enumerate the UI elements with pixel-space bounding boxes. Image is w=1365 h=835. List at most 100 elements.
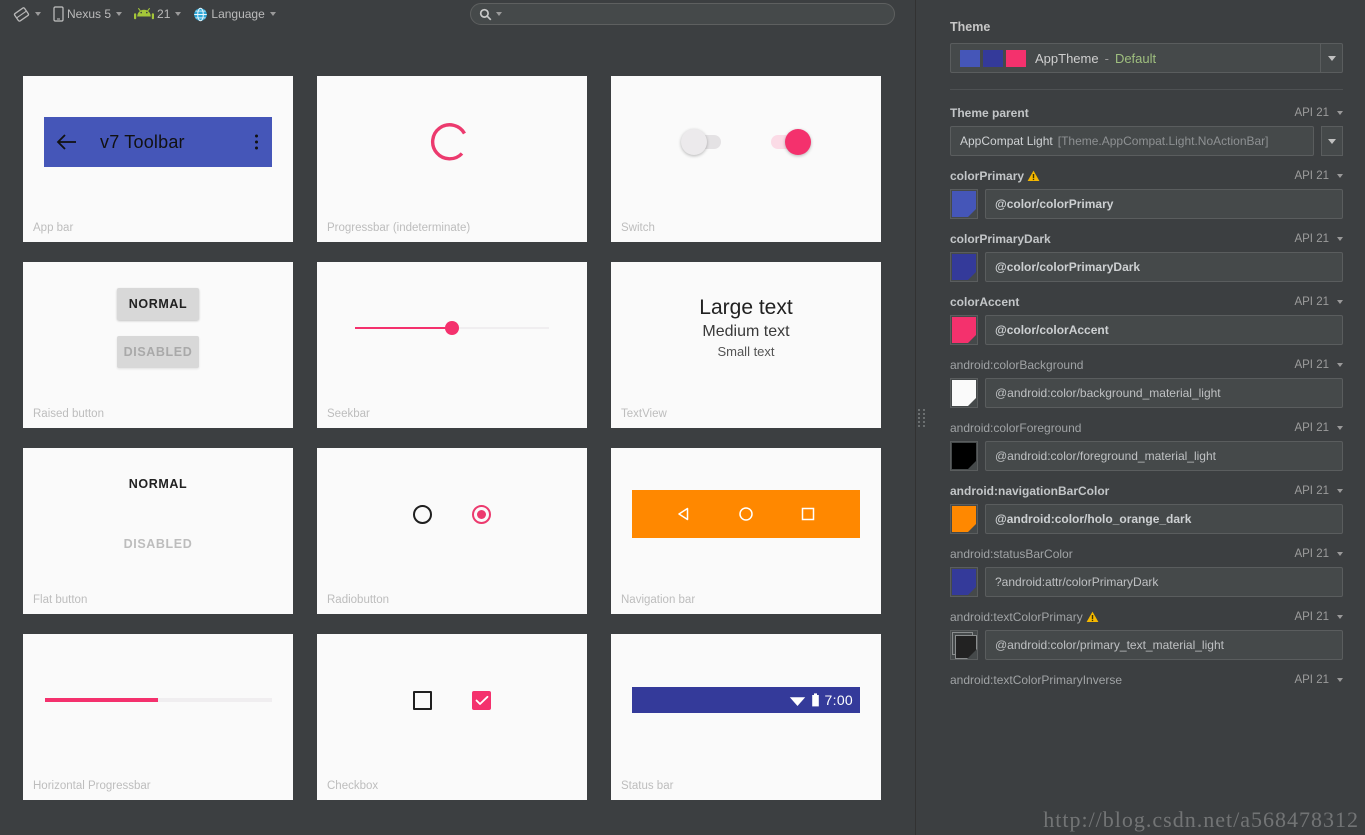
color-chip[interactable] [950,378,978,408]
seekbar-thumb[interactable] [445,321,459,335]
card-body: Large text Medium text Small text [611,262,881,394]
color-chip[interactable] [950,315,978,345]
preview-card-textview[interactable]: Large text Medium text Small text TextVi… [611,262,881,428]
api-label: API 21 [1294,232,1329,245]
raised-button-disabled: DISABLED [117,336,199,368]
preview-card-switch[interactable]: Switch [611,76,881,242]
property-api[interactable]: API 21 [1294,485,1343,497]
property-value[interactable]: ?android:attr/colorPrimaryDark [985,567,1343,597]
preview-card-app-bar[interactable]: v7 Toolbar App bar [23,76,293,242]
chevron-down-icon [175,12,182,16]
arrow-back-icon[interactable] [56,133,78,151]
property-api[interactable]: API 21 [1294,170,1343,182]
preview-card-raised-button[interactable]: NORMAL DISABLED Raised button [23,262,293,428]
textview-medium: Medium text [702,323,790,340]
property-api[interactable]: API 21 [1294,548,1343,560]
theme-parent-arrow[interactable] [1321,126,1343,156]
preview-card-status-bar[interactable]: 7:00 Status bar [611,634,881,800]
property-value[interactable]: @color/colorPrimary [985,189,1343,219]
property-api[interactable]: API 21 [1294,233,1343,245]
seekbar[interactable] [355,321,549,335]
theme-combo[interactable]: AppTheme - Default [950,43,1343,73]
theme-parent-value[interactable]: AppCompat Light [Theme.AppCompat.Light.N… [950,126,1314,156]
property-api[interactable]: API 21 [1294,422,1343,434]
property-value[interactable]: @android:color/foreground_material_light [985,441,1343,471]
color-chip[interactable] [950,189,978,219]
splitter-grip-icon [918,408,925,427]
radio-unchecked[interactable] [413,504,432,524]
color-chip[interactable] [950,504,978,534]
api-level-selector[interactable]: 21 [129,5,186,23]
color-chip[interactable] [950,567,978,597]
api-label: API 21 [1294,484,1329,497]
color-chip-stacked[interactable] [950,630,978,660]
radio-checked[interactable] [472,504,491,524]
panel-splitter[interactable] [915,0,928,835]
property-api[interactable]: API 21 [1294,359,1343,371]
api-label: API 21 [1294,358,1329,371]
chevron-down-icon [269,12,276,16]
preview-card-flat-button[interactable]: NORMAL DISABLED Flat button [23,448,293,614]
property-value[interactable]: @color/colorAccent [985,315,1343,345]
checkbox-unchecked[interactable] [413,690,432,710]
theme-combo-arrow[interactable] [1320,44,1342,72]
color-chip[interactable] [950,252,978,282]
switch-off[interactable] [681,129,721,155]
preview-card-navigation-bar[interactable]: Navigation bar [611,448,881,614]
search-input[interactable] [470,3,895,25]
property-header: android:colorBackground API 21 [950,356,1343,373]
language-selector[interactable]: Language [188,5,280,24]
orientation-selector[interactable] [8,4,46,25]
preview-card-progressbar-indeterminate[interactable]: Progressbar (indeterminate) [317,76,587,242]
property-value[interactable]: @android:color/background_material_light [985,378,1343,408]
flat-button-normal[interactable]: NORMAL [117,468,199,500]
section-divider [950,89,1343,90]
property-value[interactable]: @android:color/holo_orange_dark [985,504,1343,534]
property-label: Theme parent [950,105,1029,120]
chevron-down-icon [1337,425,1343,430]
property-value[interactable]: @color/colorPrimaryDark [985,252,1343,282]
recents-square-icon[interactable] [799,505,817,523]
overflow-menu-icon[interactable] [255,134,258,150]
switch-on[interactable] [771,129,811,155]
toolbar-title: v7 Toolbar [100,131,185,152]
card-label-radiobutton: Radiobutton [327,594,390,606]
checkbox-checked[interactable] [472,690,491,710]
language-label: Language [211,7,265,21]
preview-card-checkbox[interactable]: Checkbox [317,634,587,800]
horizontal-progressbar [44,698,272,702]
device-selector[interactable]: Nexus 5 [48,4,127,24]
api-label: API 21 [1294,106,1329,119]
property-api[interactable]: API 21 [1294,296,1343,308]
property-api[interactable]: API 21 [1294,107,1343,119]
theme-variant: Default [1114,50,1157,66]
property-header: colorAccent API 21 [950,293,1343,310]
property-api[interactable]: API 21 [1294,611,1343,623]
property-api[interactable]: API 21 [1294,674,1343,686]
property-colorprimarydark: colorPrimaryDark API 21 @color/colorPrim… [950,230,1343,282]
preview-card-seekbar[interactable]: Seekbar [317,262,587,428]
navigation-bar [632,490,860,538]
property-label: android:colorBackground [950,357,1084,372]
card-label-horizontal-progressbar: Horizontal Progressbar [33,780,151,792]
card-body [317,76,587,208]
warning-icon[interactable] [1086,611,1099,623]
status-bar: 7:00 [632,687,860,713]
home-circle-icon[interactable] [737,505,755,523]
theme-combo-content: AppTheme - Default [951,44,1320,72]
preview-card-radiobutton[interactable]: Radiobutton [317,448,587,614]
preview-card-horizontal-progressbar[interactable]: Horizontal Progressbar [23,634,293,800]
card-label-progressbar: Progressbar (indeterminate) [327,222,471,234]
chevron-down-icon [1337,488,1343,493]
warning-icon[interactable] [1027,170,1040,182]
card-label-flat-button: Flat button [33,594,88,606]
property-value[interactable]: @android:color/primary_text_material_lig… [985,630,1343,660]
color-chip[interactable] [950,441,978,471]
back-triangle-icon[interactable] [675,505,693,523]
chevron-down-icon[interactable] [496,12,502,16]
api-label: API 21 [1294,169,1329,182]
property-label: android:colorForeground [950,420,1082,435]
search-container[interactable] [470,3,895,25]
raised-button-normal[interactable]: NORMAL [117,288,199,320]
api-level-label: 21 [157,7,171,21]
